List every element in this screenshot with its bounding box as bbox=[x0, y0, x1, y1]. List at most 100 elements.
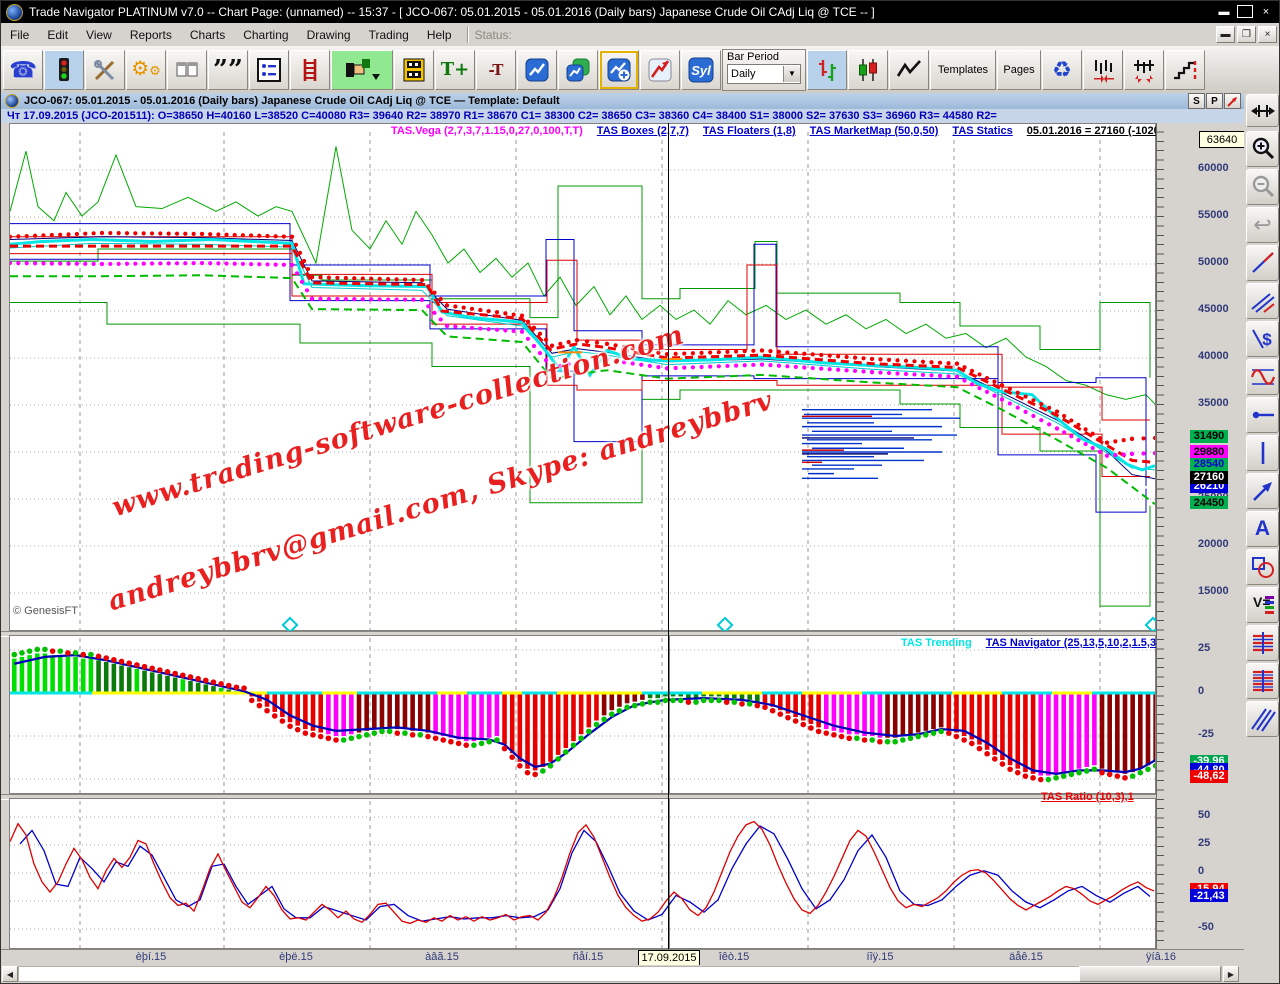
trade-button[interactable] bbox=[331, 50, 393, 90]
navigator-panel-plot[interactable] bbox=[9, 635, 1156, 794]
horizontal-resize-icon bbox=[1250, 98, 1276, 124]
traffic-light-button[interactable] bbox=[44, 50, 84, 90]
candles-style-button[interactable] bbox=[848, 50, 888, 90]
shapes-tool-button[interactable] bbox=[1246, 549, 1279, 585]
settings-gears-button[interactable]: ⚙⚙ bbox=[126, 50, 166, 90]
tools-button[interactable] bbox=[85, 50, 125, 90]
bars-style-button[interactable] bbox=[807, 50, 847, 90]
new-chart-button[interactable] bbox=[517, 50, 557, 90]
wave-channel-button[interactable] bbox=[1246, 359, 1279, 395]
legend-item[interactable]: TAS Boxes (2,7,7) bbox=[597, 125, 689, 137]
price-badge: 24450 bbox=[1190, 496, 1228, 509]
header-p-button[interactable]: P bbox=[1206, 93, 1223, 109]
chart-alert-icon bbox=[647, 57, 673, 83]
legend-item[interactable]: TAS Trending bbox=[901, 637, 972, 649]
time-axis[interactable]: èþí.15èþë.15àâã.15ñåí.15îêò.15íîÿ.15äåê.… bbox=[1, 949, 1244, 966]
angle-lines-button[interactable] bbox=[1246, 701, 1279, 737]
windows-button[interactable] bbox=[167, 50, 207, 90]
legend-item[interactable]: TAS Navigator (25,13,5,10,2,1.5,30) bbox=[986, 637, 1166, 649]
expand-bars-button[interactable] bbox=[1124, 50, 1164, 90]
compress-bars-button[interactable] bbox=[1083, 50, 1123, 90]
price-axis-label: 35000 bbox=[1198, 397, 1229, 409]
legend-item[interactable]: TAS Statics bbox=[952, 125, 1012, 137]
menu-trading[interactable]: Trading bbox=[360, 25, 418, 45]
add-chart-button[interactable] bbox=[599, 50, 639, 90]
maximize-icon[interactable] bbox=[1237, 5, 1253, 18]
horizontal-scrollbar[interactable]: ◀ ▶ bbox=[1, 965, 1244, 983]
menu-charts[interactable]: Charts bbox=[181, 25, 234, 45]
trendline-button[interactable] bbox=[1246, 245, 1279, 281]
scrollbar-track[interactable] bbox=[18, 966, 1222, 982]
windows-icon bbox=[174, 57, 200, 83]
horizontal-line-button[interactable] bbox=[1246, 397, 1279, 433]
menu-edit[interactable]: Edit bbox=[38, 25, 77, 45]
menu-file[interactable]: File bbox=[1, 25, 38, 45]
price-scale[interactable]: 6364060000550005000045000400003500030000… bbox=[1156, 123, 1244, 949]
price-axis-label: 55000 bbox=[1198, 209, 1229, 221]
fib-extension-button[interactable] bbox=[1246, 663, 1279, 699]
scroll-right-icon[interactable]: ▶ bbox=[1223, 966, 1239, 982]
copy-chart-button[interactable] bbox=[558, 50, 598, 90]
film-strip-button[interactable] bbox=[394, 50, 434, 90]
pages-button[interactable]: Pages bbox=[997, 50, 1041, 90]
horizontal-resize-button[interactable] bbox=[1246, 94, 1279, 127]
ratio-badge: -21,43 bbox=[1190, 889, 1228, 902]
syl-button[interactable]: Syl bbox=[681, 50, 721, 90]
step-chart-button[interactable] bbox=[1165, 50, 1205, 90]
undo-button[interactable]: ↩ bbox=[1246, 207, 1279, 243]
zoom-in-button[interactable] bbox=[1246, 131, 1279, 167]
mdi-minimize-icon[interactable]: ▬ bbox=[1216, 26, 1235, 43]
time-axis-label: ÿíâ.16 bbox=[1146, 951, 1176, 963]
mdi-close-icon[interactable]: × bbox=[1258, 26, 1277, 43]
pages-button-label: Pages bbox=[1003, 64, 1034, 76]
legend-item[interactable]: TAS Ratio (10,3),1 bbox=[1041, 791, 1134, 803]
mouse-price-box: 63640 bbox=[1199, 131, 1245, 148]
zoom-out-button[interactable] bbox=[1246, 169, 1279, 205]
mdi-restore-icon[interactable]: ❒ bbox=[1237, 26, 1256, 43]
recycle-button[interactable]: ♻ bbox=[1042, 50, 1082, 90]
phone-button[interactable]: ☎ bbox=[3, 50, 43, 90]
text-minus-button[interactable]: -T bbox=[476, 50, 516, 90]
chart-window-header[interactable]: JCO-067: 05.01.2015 - 05.01.2016 (Daily … bbox=[1, 93, 1280, 109]
ratio-panel-plot[interactable] bbox=[9, 798, 1156, 949]
legend-item[interactable]: TAS Floaters (1,8) bbox=[703, 125, 796, 137]
film-strip-icon bbox=[401, 57, 427, 83]
bar-period-select[interactable]: Daily▼ bbox=[727, 64, 801, 84]
legend-item[interactable]: TAS.Vega (2,7,3,7,1.15,0,27,0,100,T,T) bbox=[391, 125, 583, 137]
arrow-tool-button[interactable] bbox=[1246, 473, 1279, 509]
legend-item[interactable]: TAS MarketMap (50,0,50) bbox=[810, 125, 939, 137]
zoom-in-icon bbox=[1250, 136, 1276, 162]
menu-help[interactable]: Help bbox=[418, 25, 461, 45]
menu-charting[interactable]: Charting bbox=[234, 25, 297, 45]
value-colors-button[interactable]: V= bbox=[1246, 587, 1279, 623]
menu-view[interactable]: View bbox=[77, 25, 121, 45]
menu-drawing[interactable]: Drawing bbox=[298, 25, 360, 45]
navigator-badge: -48,62 bbox=[1190, 770, 1228, 783]
quotes-button[interactable]: ”” bbox=[208, 50, 248, 90]
legend-item[interactable]: 05.01.2016 = 27160 (-1020) bbox=[1027, 125, 1164, 137]
chart-alert-button[interactable] bbox=[640, 50, 680, 90]
vertical-line-button[interactable] bbox=[1246, 435, 1279, 471]
ladder-icon bbox=[297, 57, 323, 83]
templates-button[interactable]: Templates bbox=[930, 50, 996, 90]
scrollbar-thumb[interactable] bbox=[1079, 966, 1221, 982]
parallel-lines-button[interactable] bbox=[1246, 283, 1279, 319]
dollar-line-button[interactable]: $ bbox=[1246, 321, 1279, 357]
ohlc-readout: Чт 17.09.2015 (JCO-201511): O=38650 H=40… bbox=[7, 110, 997, 122]
chevron-down-icon[interactable]: ▼ bbox=[783, 66, 800, 82]
header-s-button[interactable]: S bbox=[1188, 93, 1205, 109]
watch-list-button[interactable] bbox=[249, 50, 289, 90]
main-chart-plot[interactable] bbox=[9, 123, 1156, 631]
bars-style-icon bbox=[814, 57, 840, 83]
scroll-left-icon[interactable]: ◀ bbox=[2, 966, 18, 982]
ladder-button[interactable] bbox=[290, 50, 330, 90]
fib-retracement-button[interactable] bbox=[1246, 625, 1279, 661]
line-style-button[interactable] bbox=[889, 50, 929, 90]
menu-reports[interactable]: Reports bbox=[121, 25, 181, 45]
close-icon[interactable]: × bbox=[1257, 5, 1275, 20]
text-tool-button[interactable]: A bbox=[1246, 511, 1279, 547]
header-chart-popout-button[interactable] bbox=[1224, 93, 1241, 109]
text-plus-button[interactable]: T+ bbox=[435, 50, 475, 90]
minimize-icon[interactable]: ▬ bbox=[1215, 5, 1233, 20]
phone-icon: ☎ bbox=[9, 57, 36, 83]
